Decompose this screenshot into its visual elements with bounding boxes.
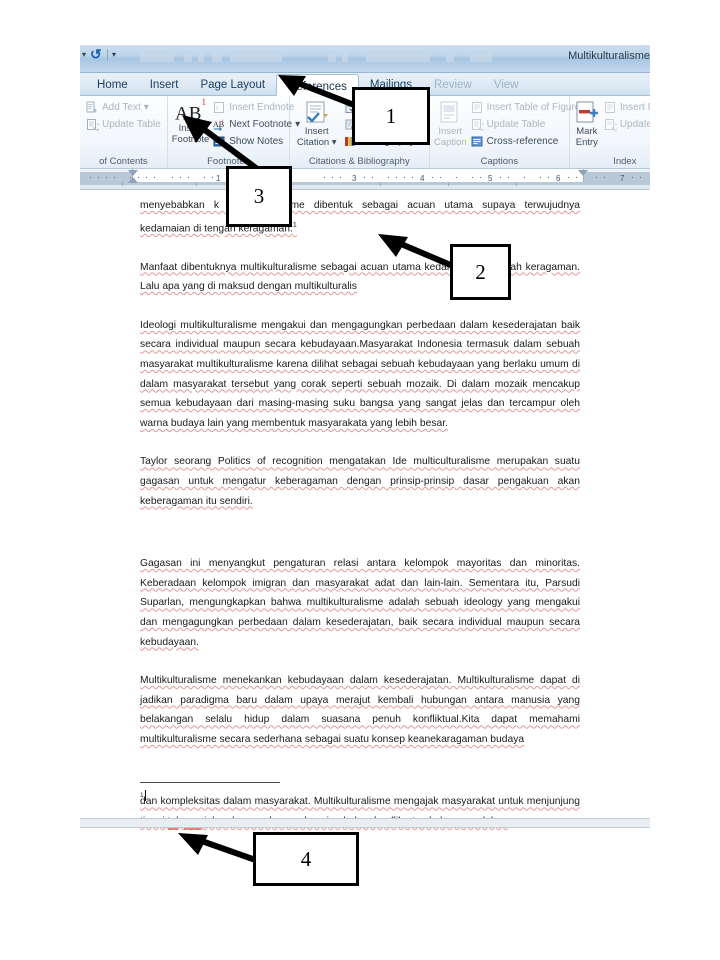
annotation-box-4: 4 xyxy=(253,832,359,886)
annotation-box-1: 1 xyxy=(352,87,430,145)
annotation-box-3: 3 xyxy=(226,166,292,227)
annotation-layer: 1 2 3 4 xyxy=(0,0,720,960)
annotation-box-2: 2 xyxy=(450,244,511,300)
